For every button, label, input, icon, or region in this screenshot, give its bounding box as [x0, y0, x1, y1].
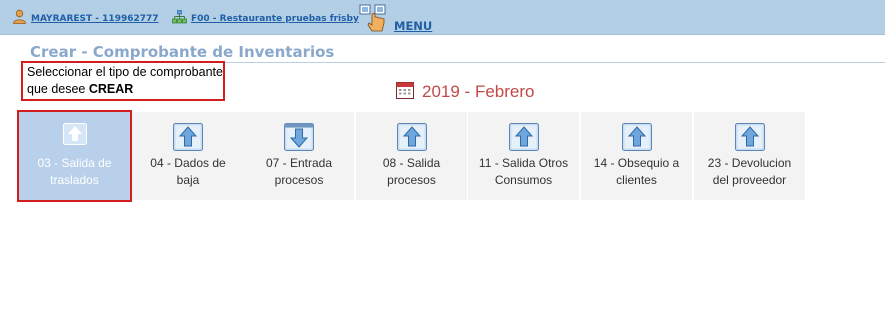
tile-23-devolucion-proveedor[interactable]: 23 - Devolucion del proveedor: [694, 112, 805, 200]
arrow-up-icon: [734, 123, 765, 155]
tile-label-line1: 11 - Salida Otros: [478, 156, 569, 170]
period-separator: -: [459, 82, 475, 101]
tile-label-line1: 14 - Obsequio a: [593, 156, 680, 170]
arrow-up-icon: [508, 123, 539, 155]
tile-07-entrada-procesos[interactable]: 07 - Entrada procesos: [244, 112, 354, 200]
page-title: Crear - Comprobante de Inventarios: [30, 43, 335, 61]
tile-label-line2: traslados: [50, 173, 99, 187]
user-link[interactable]: MAYRAREST - 119962777: [31, 14, 159, 24]
menu-hand-icon: [358, 3, 392, 37]
user-item[interactable]: MAYRAREST - 119962777: [12, 9, 159, 28]
company-item[interactable]: F00 - Restaurante pruebas frisby: [172, 9, 359, 28]
tile-label: 11 - Salida Otros Consumos: [468, 155, 579, 189]
tile-label: 07 - Entrada procesos: [244, 155, 354, 189]
tile-14-obsequio-clientes[interactable]: 14 - Obsequio a clientes: [581, 112, 692, 200]
arrow-up-icon: [173, 123, 203, 155]
menu-item[interactable]: MENU: [358, 3, 432, 37]
period-year: 2019: [422, 82, 460, 101]
org-chart-icon: [172, 9, 187, 28]
menu-link[interactable]: MENU: [394, 19, 432, 33]
title-row: Crear - Comprobante de Inventarios: [30, 43, 885, 63]
period-text: 2019 - Febrero: [422, 82, 534, 102]
tile-label: 08 - Salida procesos: [356, 155, 467, 189]
tile-label-line1: 08 - Salida: [382, 156, 441, 170]
calendar-icon: [396, 81, 414, 103]
tile-08-salida-procesos[interactable]: 08 - Salida procesos: [356, 112, 467, 200]
tile-label-line2: procesos: [274, 173, 324, 187]
top-bar: MAYRAREST - 119962777 F00 - Restaurante …: [0, 0, 885, 35]
arrow-up-icon: [62, 123, 87, 149]
tile-label-line1: 23 - Devolucion: [707, 156, 792, 170]
tile-label: 03 - Salida de traslados: [19, 155, 130, 189]
tile-label: 04 - Dados de baja: [132, 155, 244, 189]
tile-label-line2: del proveedor: [712, 173, 787, 187]
tile-label: 23 - Devolucion del proveedor: [694, 155, 805, 189]
instruction-emphasis: CREAR: [88, 82, 134, 96]
user-icon: [12, 9, 27, 28]
tile-11-salida-otros-consumos[interactable]: 11 - Salida Otros Consumos: [468, 112, 579, 200]
period-display: 2019 - Febrero: [396, 81, 534, 103]
tile-label-line2: Consumos: [494, 173, 553, 187]
tile-label-line2: procesos: [387, 173, 436, 187]
tile-label-line1: 03 - Salida de: [37, 156, 112, 170]
tile-label-line1: 04 - Dados de: [150, 156, 226, 170]
period-month: Febrero: [474, 82, 535, 101]
arrow-down-icon: [284, 123, 314, 155]
company-link[interactable]: F00 - Restaurante pruebas frisby: [191, 14, 359, 24]
arrow-up-icon: [396, 123, 427, 155]
tile-label: 14 - Obsequio a clientes: [581, 155, 692, 189]
tile-label-line2: baja: [176, 173, 200, 187]
tile-03-salida-traslados[interactable]: 03 - Salida de traslados: [17, 110, 132, 202]
tile-label-line2: clientes: [616, 173, 657, 187]
instruction-box: Seleccionar el tipo de comprobante que d…: [21, 61, 225, 101]
tile-04-dados-baja[interactable]: 04 - Dados de baja: [132, 112, 244, 200]
tile-label-line1: 07 - Entrada: [265, 156, 333, 170]
arrow-up-icon: [621, 123, 652, 155]
